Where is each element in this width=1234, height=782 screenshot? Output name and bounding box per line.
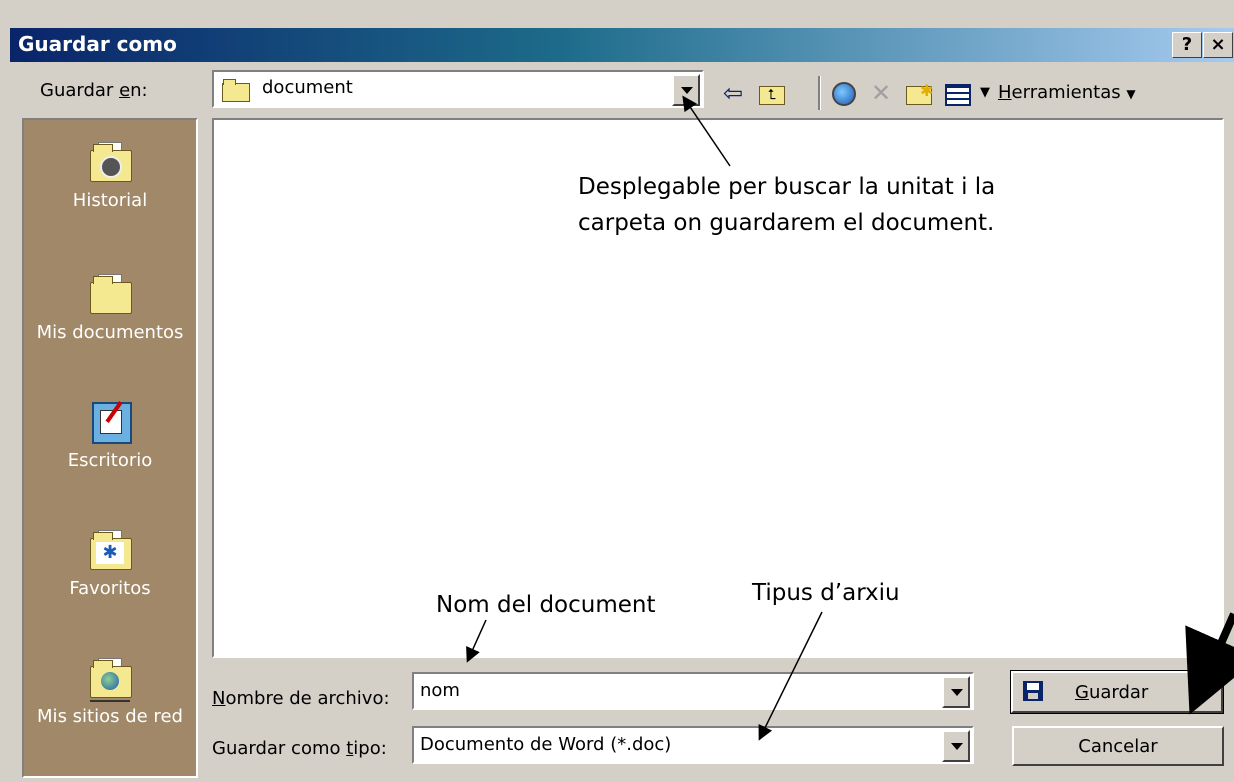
arrow-file-type <box>758 611 823 741</box>
arrow-dropdown <box>682 95 731 167</box>
annotation-arrows <box>466 95 1234 741</box>
arrow-doc-name <box>466 619 487 663</box>
arrow-save-button <box>1185 612 1234 715</box>
